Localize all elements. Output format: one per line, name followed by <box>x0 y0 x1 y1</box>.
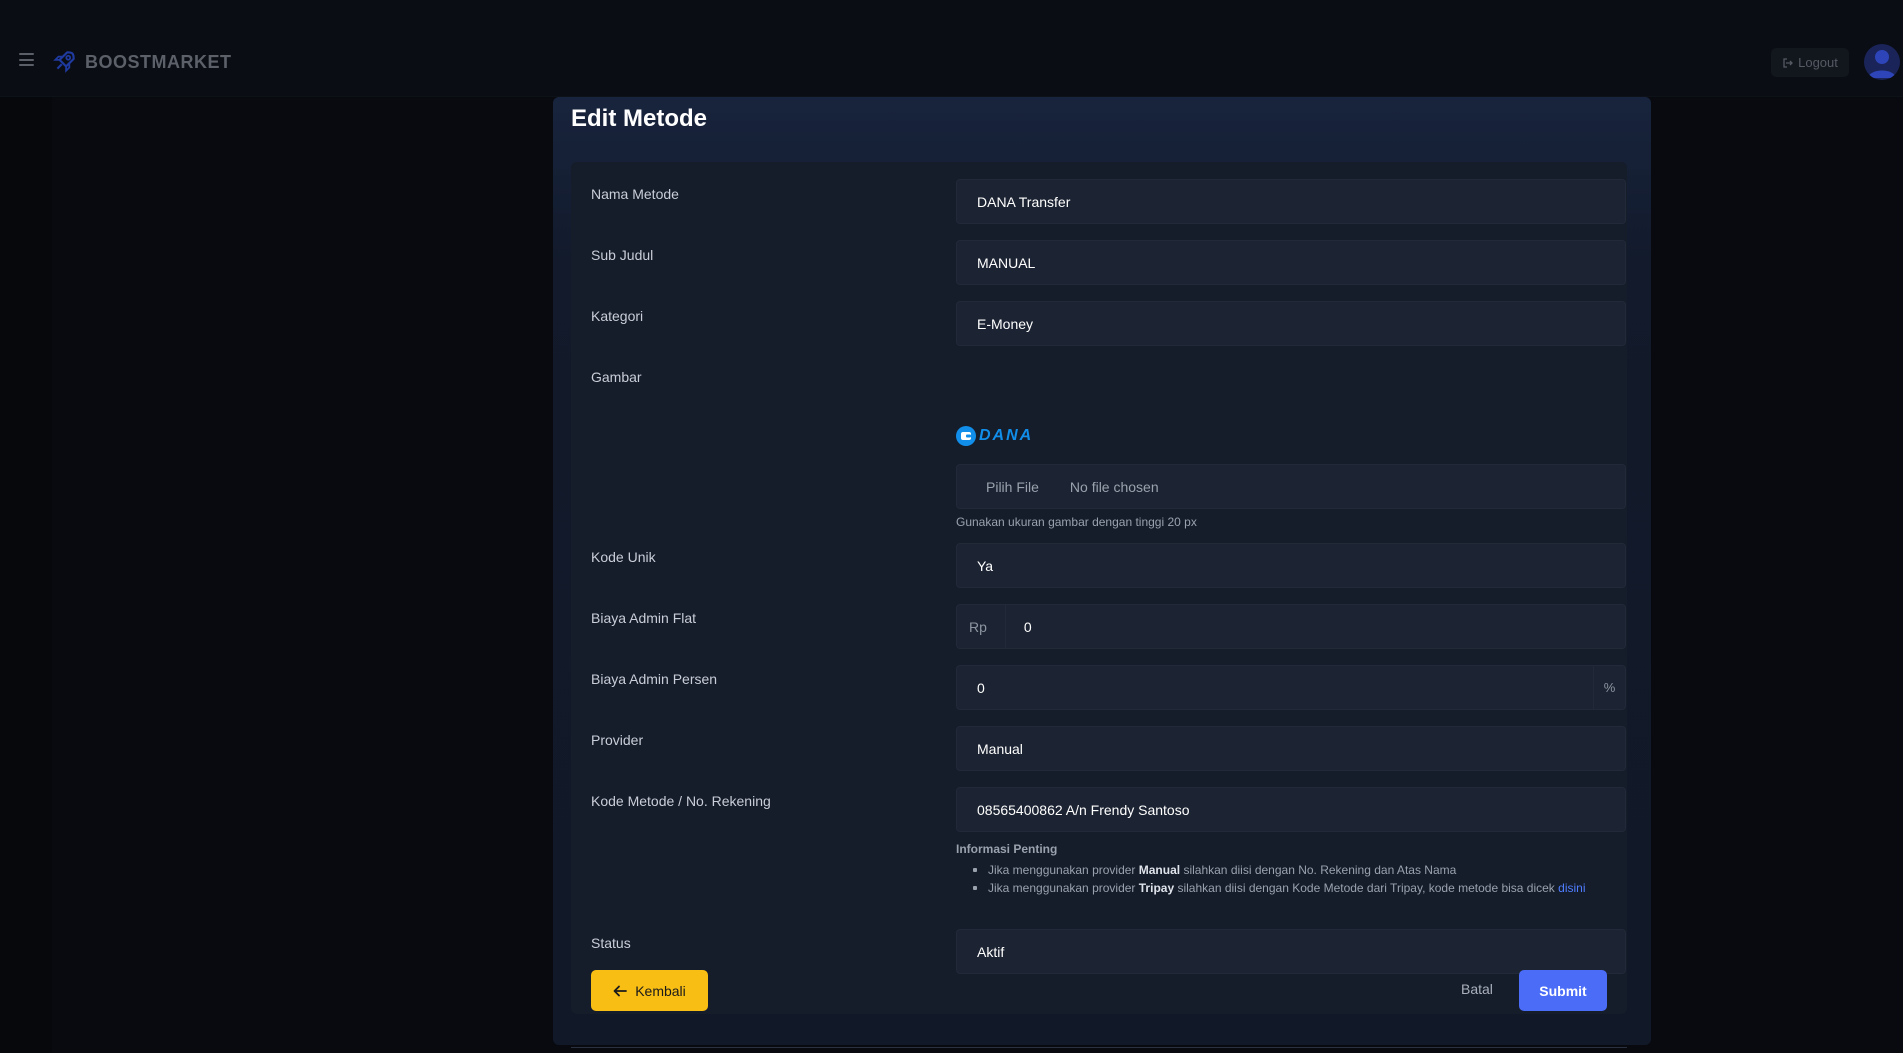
label-kategori: Kategori <box>591 308 644 324</box>
form-card: Nama Metode DANA Transfer Sub Judul MANU… <box>571 162 1627 1048</box>
back-button[interactable]: Kembali <box>591 970 708 1011</box>
dana-wallet-icon <box>956 426 976 446</box>
gambar-help-text: Gunakan ukuran gambar dengan tinggi 20 p… <box>956 515 1197 529</box>
label-gambar: Gambar <box>591 369 642 385</box>
biaya-admin-flat-input[interactable]: 0 <box>1024 619 1032 635</box>
list-item: Jika menggunakan provider Tripay silahka… <box>956 879 1586 897</box>
info-text: silahkan diisi dengan Kode Metode dari T… <box>1177 881 1555 895</box>
rp-prefix: Rp <box>969 605 1006 648</box>
gambar-file-input[interactable]: Pilih File No file chosen <box>956 464 1626 509</box>
nama-metode-input[interactable]: DANA Transfer <box>956 179 1626 224</box>
biaya-admin-persen-input[interactable]: 0 <box>977 680 985 696</box>
label-kode-unik: Kode Unik <box>591 549 656 565</box>
back-label: Kembali <box>635 982 686 999</box>
footer-divider <box>571 1047 1627 1048</box>
label-sub-judul: Sub Judul <box>591 247 654 263</box>
dana-logo-image: DANA <box>956 426 1033 446</box>
biaya-admin-persen-group: 0 % <box>956 665 1626 710</box>
percent-suffix: % <box>1593 666 1625 709</box>
label-biaya-admin-flat: Biaya Admin Flat <box>591 610 697 626</box>
info-bold: Manual <box>1138 863 1181 877</box>
sub-judul-input[interactable]: MANUAL <box>956 240 1626 285</box>
file-status: No file chosen <box>1069 478 1159 495</box>
top-navbar: BOOSTMARKET Logout <box>0 0 1903 97</box>
logout-button[interactable]: Logout <box>1771 48 1849 77</box>
arrow-left-icon <box>613 985 628 996</box>
label-nama-metode: Nama Metode <box>591 186 679 202</box>
modal-title: Edit Metode <box>571 105 707 132</box>
logout-icon <box>1783 57 1794 68</box>
label-kode-metode: Kode Metode / No. Rekening <box>591 793 771 809</box>
dana-logo-text: DANA <box>979 427 1034 444</box>
disini-link[interactable]: disini <box>1558 881 1585 895</box>
brand-name: BOOSTMARKET <box>85 52 232 72</box>
label-biaya-admin-persen: Biaya Admin Persen <box>591 671 718 687</box>
menu-icon[interactable] <box>19 53 34 66</box>
kode-unik-select[interactable]: Ya <box>956 543 1626 588</box>
info-text: silahkan diisi dengan No. Rekening dan A… <box>1183 863 1457 877</box>
choose-file-button[interactable]: Pilih File <box>986 479 1039 495</box>
info-text: Jika menggunakan provider <box>988 881 1136 895</box>
submit-button[interactable]: Submit <box>1519 970 1607 1011</box>
info-text: Jika menggunakan provider <box>988 863 1136 877</box>
info-bold: Tripay <box>1138 881 1175 895</box>
list-item: Jika menggunakan provider Manual silahka… <box>956 861 1586 879</box>
label-status: Status <box>591 935 631 951</box>
user-icon <box>1868 50 1896 78</box>
label-provider: Provider <box>591 732 644 748</box>
info-list: Jika menggunakan provider Manual silahka… <box>956 861 1586 897</box>
info-title: Informasi Penting <box>956 842 1058 856</box>
biaya-admin-flat-group: Rp 0 <box>956 604 1626 649</box>
kode-metode-input[interactable]: 08565400862 A/n Frendy Santoso <box>956 787 1626 832</box>
logout-label: Logout <box>1798 55 1838 70</box>
provider-select[interactable]: Manual <box>956 726 1626 771</box>
status-select[interactable]: Aktif <box>956 929 1626 974</box>
cancel-button[interactable]: Batal <box>1461 981 1493 997</box>
rocket-logo-icon <box>53 51 75 73</box>
edit-method-modal: Edit Metode Nama Metode DANA Transfer Su… <box>553 97 1651 1048</box>
avatar[interactable] <box>1864 44 1900 80</box>
kategori-select[interactable]: E-Money <box>956 301 1626 346</box>
